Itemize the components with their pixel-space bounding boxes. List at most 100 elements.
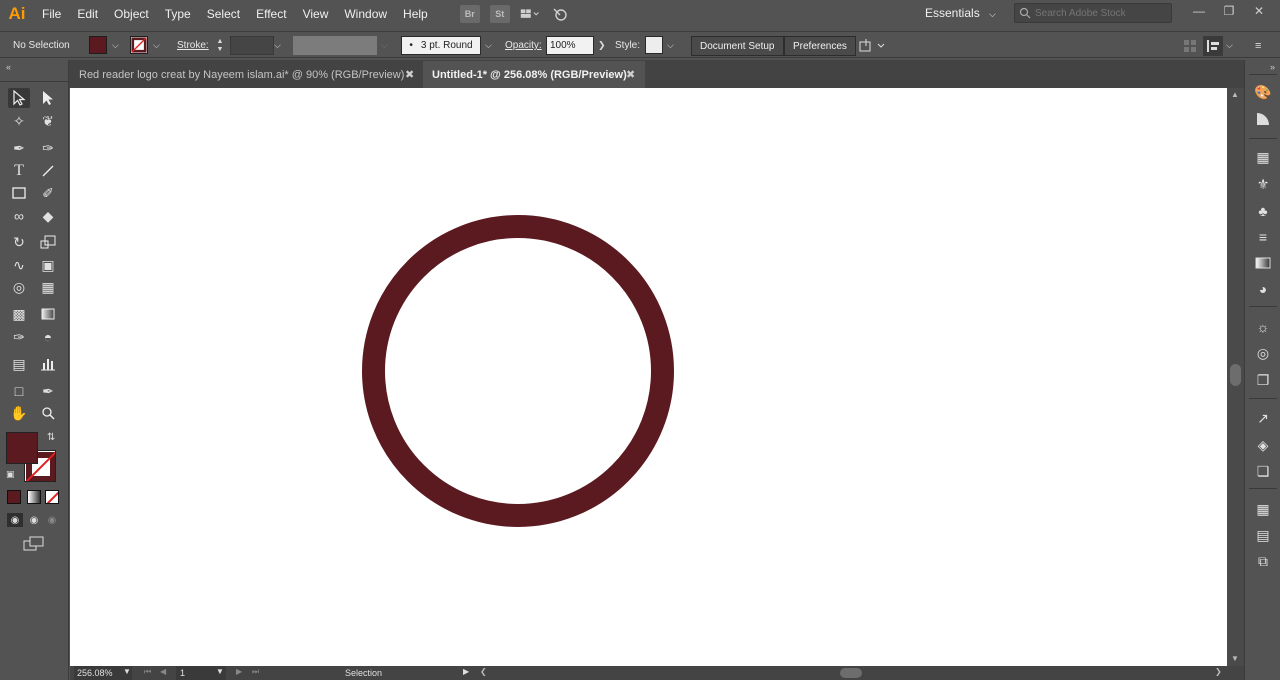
variable-width-profile[interactable] <box>293 36 377 55</box>
chevron-down-icon[interactable]: ⌵ <box>381 36 388 55</box>
vertical-scroll-thumb[interactable] <box>1230 364 1241 386</box>
direct-selection-tool-icon[interactable] <box>37 88 59 108</box>
default-colors-icon[interactable]: ▣ <box>6 469 15 480</box>
chevron-right-icon[interactable]: ❯ <box>598 36 606 55</box>
transform-panel-icon[interactable]: ▦ <box>1253 499 1273 519</box>
mesh-tool-icon[interactable]: ▩ <box>8 304 30 324</box>
rectangle-tool-icon[interactable] <box>8 183 30 203</box>
zoom-tool-icon[interactable] <box>37 403 59 423</box>
appearance-panel-icon[interactable]: ◎ <box>1253 343 1273 363</box>
chevron-down-icon[interactable]: ⌵ <box>112 36 119 55</box>
lasso-tool-icon[interactable]: ❦ <box>37 111 59 131</box>
stroke-weight-field[interactable] <box>230 36 274 55</box>
restore-icon[interactable]: ❐ <box>1216 3 1242 19</box>
collapse-panel-icon[interactable]: « <box>6 62 11 72</box>
pen-tool-icon[interactable]: ✒ <box>8 138 30 158</box>
symbols-panel-icon[interactable]: ♣ <box>1253 201 1273 221</box>
draw-inside-icon[interactable]: ◉ <box>45 513 59 527</box>
chevron-down-icon[interactable]: ⌵ <box>153 36 160 55</box>
stock-search[interactable] <box>1014 3 1172 23</box>
gradient-tool-icon[interactable] <box>37 304 59 324</box>
magic-wand-tool-icon[interactable]: ✧ <box>8 111 30 131</box>
close-icon[interactable]: ✖ <box>626 68 635 81</box>
eraser-tool-icon[interactable]: ◆ <box>37 206 59 226</box>
pathfinder-panel-icon[interactable]: ⧉ <box>1253 551 1273 571</box>
graphic-style-swatch[interactable] <box>645 36 663 54</box>
previous-artboard-icon[interactable]: ◀ <box>160 667 166 676</box>
export-panel-icon[interactable]: ↗ <box>1253 408 1273 428</box>
transparency-panel-icon[interactable]: ◕ <box>1253 279 1273 299</box>
gradient-mode-icon[interactable] <box>27 490 41 504</box>
stroke-label[interactable]: Stroke: <box>177 36 209 55</box>
tab-document-1[interactable]: Red reader logo creat by Nayeem islam.ai… <box>70 61 420 88</box>
brush-definition[interactable]: • 3 pt. Round <box>401 36 481 55</box>
preferences-button[interactable]: Preferences <box>784 36 856 56</box>
free-transform-tool-icon[interactable]: ▣ <box>37 255 59 275</box>
align-icon[interactable] <box>1183 36 1197 55</box>
menu-select[interactable]: Select <box>199 7 248 21</box>
shape-builder-tool-icon[interactable]: ◎ <box>8 277 30 297</box>
menu-file[interactable]: File <box>34 7 69 21</box>
arrange-documents-icon[interactable] <box>520 5 540 23</box>
gpu-performance-icon[interactable] <box>550 5 570 23</box>
perspective-grid-tool-icon[interactable]: ▦ <box>37 277 59 297</box>
chevron-down-icon[interactable]: ⌵ <box>1226 36 1233 55</box>
chevron-down-icon[interactable]: ⌵ <box>485 36 492 55</box>
column-graph-tool-icon[interactable] <box>37 354 59 374</box>
last-artboard-icon[interactable]: ⏭ <box>252 667 259 677</box>
slice-tool-icon[interactable]: ✒ <box>37 381 59 401</box>
opacity-label[interactable]: Opacity: <box>505 36 542 55</box>
workspace-switcher[interactable]: Essentials ⌵ <box>925 6 996 20</box>
search-input[interactable] <box>1035 7 1170 19</box>
paintbrush-tool-icon[interactable]: ✐ <box>37 183 59 203</box>
chevron-down-icon[interactable]: ▼ <box>1231 654 1239 663</box>
blend-tool-icon[interactable]: ◓ <box>37 327 59 347</box>
align-panel-icon[interactable]: ▤ <box>1253 525 1273 545</box>
next-artboard-icon[interactable]: ▶ <box>236 667 242 676</box>
width-tool-icon[interactable]: ∿ <box>8 255 30 275</box>
draw-behind-icon[interactable]: ◉ <box>27 513 41 527</box>
curvature-tool-icon[interactable]: ✑ <box>37 138 59 158</box>
stroke-swatch[interactable] <box>130 36 148 54</box>
opacity-field[interactable]: 100% <box>546 36 594 55</box>
expand-panels-icon[interactable]: » <box>1270 62 1275 72</box>
close-icon[interactable]: ✕ <box>1246 3 1272 19</box>
none-mode-icon[interactable] <box>45 490 59 504</box>
vertical-scrollbar[interactable]: ▲ ▼ <box>1227 88 1244 666</box>
color-guide-icon[interactable] <box>1253 109 1273 129</box>
creative-cloud-libraries-icon[interactable]: ☼ <box>1253 317 1273 337</box>
menu-effect[interactable]: Effect <box>248 7 294 21</box>
chevron-down-icon[interactable]: ⌵ <box>274 36 281 55</box>
menu-help[interactable]: Help <box>395 7 436 21</box>
selection-tool-icon[interactable] <box>8 88 30 108</box>
panel-options-icon[interactable]: ≡ <box>1255 36 1261 55</box>
hand-tool-icon[interactable]: ✋ <box>8 403 30 423</box>
color-mode-icon[interactable] <box>7 490 21 504</box>
swatches-panel-icon[interactable]: ▦ <box>1253 147 1273 167</box>
stock-button[interactable]: St <box>489 5 510 23</box>
artboard-tool-icon[interactable]: □ <box>8 381 30 401</box>
rotate-tool-icon[interactable]: ↻ <box>8 232 30 252</box>
brushes-panel-icon[interactable]: ⚜ <box>1253 174 1273 194</box>
screen-mode-icon[interactable] <box>23 536 45 555</box>
symbol-sprayer-tool-icon[interactable]: ▤ <box>8 354 30 374</box>
chevron-down-icon[interactable]: ▼ <box>123 667 131 676</box>
horizontal-scroll-thumb[interactable] <box>840 668 862 678</box>
type-tool-icon[interactable]: T <box>8 161 30 181</box>
fill-swatch[interactable] <box>89 36 107 54</box>
menu-type[interactable]: Type <box>157 7 199 21</box>
document-setup-button[interactable]: Document Setup <box>691 36 784 56</box>
first-artboard-icon[interactable]: ⏮ <box>144 667 151 677</box>
shaper-tool-icon[interactable]: ∞ <box>8 206 30 226</box>
artboards-panel-icon[interactable]: ❏ <box>1253 461 1273 481</box>
status-menu-icon[interactable]: ▶ <box>463 667 469 676</box>
line-tool-icon[interactable] <box>37 161 59 181</box>
eyedropper-tool-icon[interactable]: ✑ <box>8 327 30 347</box>
chevron-up-icon[interactable]: ▲ <box>1231 90 1239 99</box>
menu-object[interactable]: Object <box>106 7 157 21</box>
stroke-panel-icon[interactable]: ≡ <box>1253 227 1273 247</box>
menu-edit[interactable]: Edit <box>69 7 106 21</box>
artboard-canvas[interactable] <box>70 88 1227 666</box>
panel-menu-icon[interactable] <box>1203 36 1223 56</box>
chevron-down-icon[interactable]: ▼ <box>216 667 224 676</box>
